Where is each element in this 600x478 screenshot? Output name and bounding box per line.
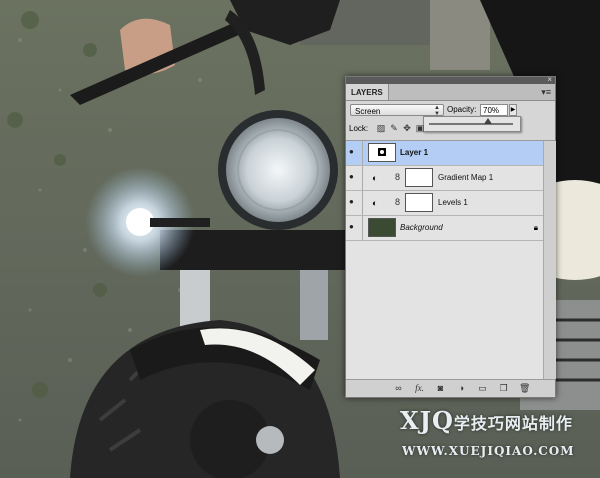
visibility-eye-icon[interactable]: ● <box>349 223 359 231</box>
layer-name: Layer 1 <box>400 148 429 157</box>
layer-row-gradient-map-1[interactable]: ● ◐ 8 Gradient Map 1 <box>346 166 543 191</box>
layer-row-background[interactable]: ● Background 🔒︎ <box>346 216 543 241</box>
watermark-latin: XJQ <box>400 406 454 435</box>
divider <box>362 166 363 190</box>
blend-mode-value: Screen <box>355 107 381 116</box>
blend-mode-select[interactable]: Screen ▲ ▼ <box>350 104 444 117</box>
layers-list: ● Layer 1 ● ◐ 8 Gradient Map 1 ● ◐ 8 Lev… <box>346 140 556 379</box>
layers-bottom-toolbar: ∞ fx. ◙ ◑ ▭ ❐ 🗑︎ <box>346 379 555 397</box>
folder-icon[interactable]: ▭ <box>477 383 488 394</box>
visibility-eye-icon[interactable]: ● <box>349 173 359 181</box>
lock-brush-icon[interactable]: ✎ <box>389 123 399 133</box>
close-icon[interactable]: × <box>547 76 552 84</box>
watermark-chinese: 学技巧网站制作 <box>453 414 573 433</box>
trash-icon[interactable]: 🗑︎ <box>519 383 530 394</box>
link-icon[interactable]: ∞ <box>393 383 404 394</box>
layer-row-layer-1[interactable]: ● Layer 1 <box>346 141 543 166</box>
panel-tab-row: LAYERS ▾≡ <box>346 84 555 101</box>
layer-mask-thumbnail <box>405 193 433 212</box>
lock-row: Lock: ▨ ✎ ✥ ▣ <box>349 122 549 136</box>
layers-scrollbar[interactable] <box>543 141 556 379</box>
visibility-eye-icon[interactable]: ● <box>349 198 359 206</box>
lock-transparency-icon[interactable]: ▨ <box>376 123 386 133</box>
layer-thumbnail <box>368 143 396 162</box>
opacity-label: Opacity: <box>447 105 477 114</box>
tab-layers[interactable]: LAYERS <box>346 84 389 100</box>
divider <box>362 191 363 215</box>
watermark-logo: XJQ学技巧网站制作 <box>400 406 573 435</box>
mask-link-icon[interactable]: 8 <box>395 172 400 182</box>
mask-link-icon[interactable]: 8 <box>395 197 400 207</box>
visibility-eye-icon[interactable]: ● <box>349 148 359 156</box>
layer-name: Background <box>400 223 443 232</box>
divider <box>362 216 363 240</box>
layers-panel: × LAYERS ▾≡ Screen ▲ ▼ Opacity: 70% ▶ Loc… <box>345 76 556 398</box>
fx-icon[interactable]: fx. <box>414 383 425 394</box>
background-thumbnail <box>368 218 396 237</box>
panel-title-bar[interactable]: × <box>346 76 555 84</box>
site-watermark: XJQ学技巧网站制作 WWW.XUEJIQIAO.COM <box>396 404 596 472</box>
opacity-input[interactable]: 70% <box>480 104 508 116</box>
lock-all-icon[interactable]: ▣ <box>415 123 425 133</box>
watermark-url: WWW.XUEJIQIAO.COM <box>402 444 575 458</box>
layer-name: Gradient Map 1 <box>438 173 494 182</box>
mask-icon[interactable]: ◙ <box>435 383 446 394</box>
layer-1-thumbnail-icon <box>369 144 395 161</box>
adjustment-layer-icon: ◐ <box>372 198 378 208</box>
divider <box>362 141 363 165</box>
lock-label: Lock: <box>349 124 369 133</box>
layer-mask-thumbnail <box>405 168 433 187</box>
layer-name: Levels 1 <box>438 198 468 207</box>
lock-icon: 🔒︎ <box>533 223 538 232</box>
opacity-dropdown-arrow-icon[interactable]: ▶ <box>509 104 517 116</box>
adjustment-icon[interactable]: ◑ <box>456 383 467 394</box>
panel-menu-icon[interactable]: ▾≡ <box>541 87 551 97</box>
lock-move-icon[interactable]: ✥ <box>402 123 412 133</box>
adjustment-layer-icon: ◐ <box>372 173 378 183</box>
layer-row-levels-1[interactable]: ● ◐ 8 Levels 1 <box>346 191 543 216</box>
new-layer-icon[interactable]: ❐ <box>498 383 509 394</box>
